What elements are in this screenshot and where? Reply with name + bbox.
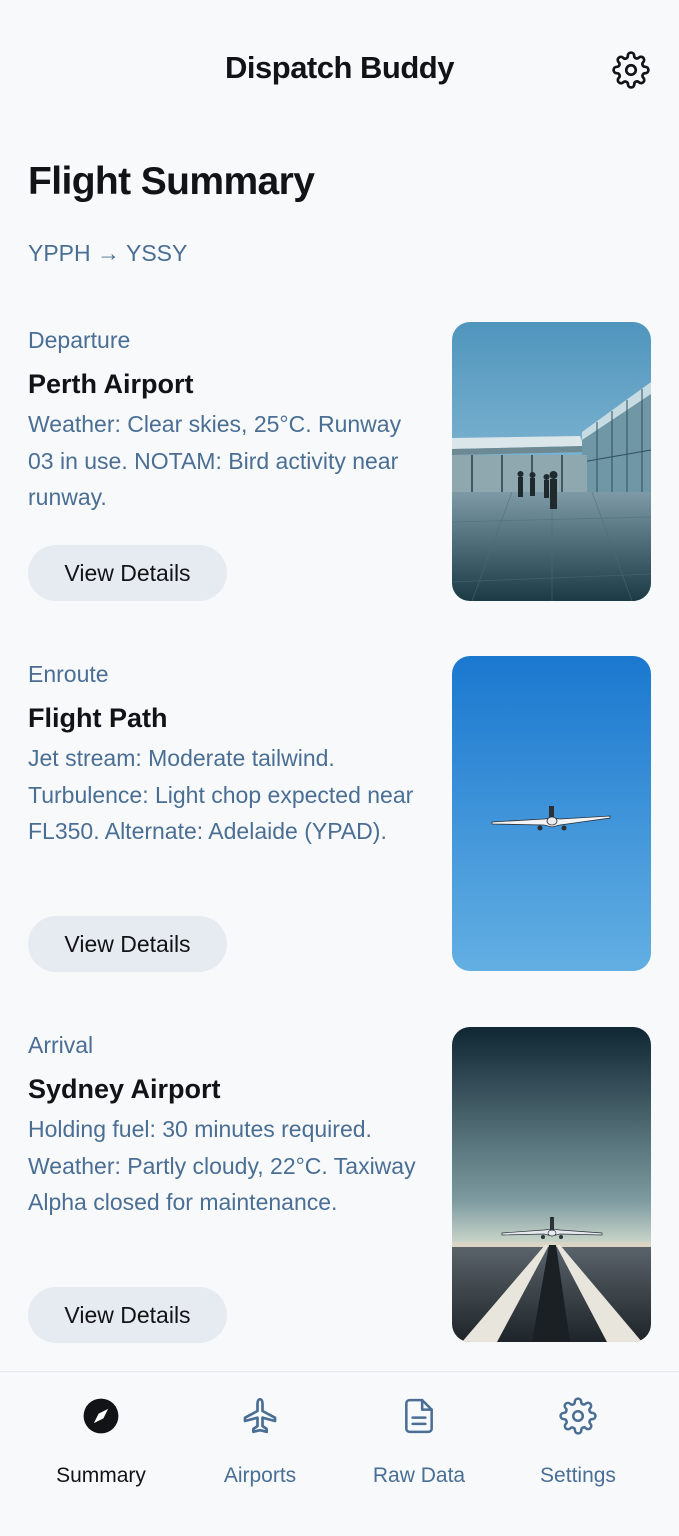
nav-item-settings[interactable]: Settings — [503, 1394, 653, 1487]
compass-icon — [83, 1398, 119, 1434]
app-screen: Dispatch Buddy Flight Summary YPPH → YSS… — [0, 0, 679, 1536]
arrival-card-text: Arrival Sydney Airport Holding fuel: 30 … — [28, 1027, 428, 1221]
gear-icon — [612, 51, 650, 89]
nav-label: Settings — [540, 1464, 616, 1487]
nav-label: Raw Data — [372, 1464, 466, 1487]
runway-airplane-photo — [452, 1027, 651, 1342]
top-app-bar: Dispatch Buddy — [0, 0, 679, 140]
card-eyebrow: Enroute — [28, 661, 109, 687]
card-description: Jet stream: Moderate tailwind. Turbulenc… — [28, 745, 414, 844]
bottom-navigation: Summary Airports Raw Data Settings — [0, 1371, 679, 1536]
card-description: Weather: Clear skies, 25°C. Runway 03 in… — [28, 411, 402, 510]
card-title: Flight Path — [28, 703, 168, 733]
arrival-card: Arrival Sydney Airport Holding fuel: 30 … — [28, 1027, 651, 1343]
view-details-button[interactable]: View Details — [28, 1287, 227, 1343]
enroute-card-text: Enroute Flight Path Jet stream: Moderate… — [28, 656, 428, 850]
airplane-in-sky-photo — [452, 656, 651, 971]
view-details-button[interactable]: View Details — [28, 916, 227, 972]
app-title: Dispatch Buddy — [225, 50, 454, 85]
nav-item-raw-data[interactable]: Raw Data — [344, 1394, 494, 1487]
card-description: Holding fuel: 30 minutes required. Weath… — [28, 1116, 416, 1215]
card-eyebrow: Arrival — [28, 1032, 94, 1058]
airport-terminal-photo — [452, 322, 651, 601]
route-label: YPPH → YSSY — [28, 240, 188, 266]
page-title: Flight Summary — [28, 160, 315, 203]
gear-icon — [559, 1397, 597, 1435]
card-title: Sydney Airport — [28, 1074, 221, 1104]
nav-item-summary[interactable]: Summary — [26, 1394, 176, 1487]
nav-item-airports[interactable]: Airports — [185, 1394, 335, 1487]
enroute-card: Enroute Flight Path Jet stream: Moderate… — [28, 656, 651, 972]
departure-card-text: Departure Perth Airport Weather: Clear s… — [28, 322, 428, 516]
settings-button[interactable] — [611, 50, 651, 90]
nav-label: Airports — [223, 1464, 297, 1487]
plane-icon — [243, 1398, 277, 1434]
card-title: Perth Airport — [28, 369, 194, 399]
card-eyebrow: Departure — [28, 327, 131, 353]
departure-card: Departure Perth Airport Weather: Clear s… — [28, 322, 651, 601]
document-icon — [405, 1398, 433, 1434]
view-details-button[interactable]: View Details — [28, 545, 227, 601]
nav-label: Summary — [56, 1464, 146, 1487]
